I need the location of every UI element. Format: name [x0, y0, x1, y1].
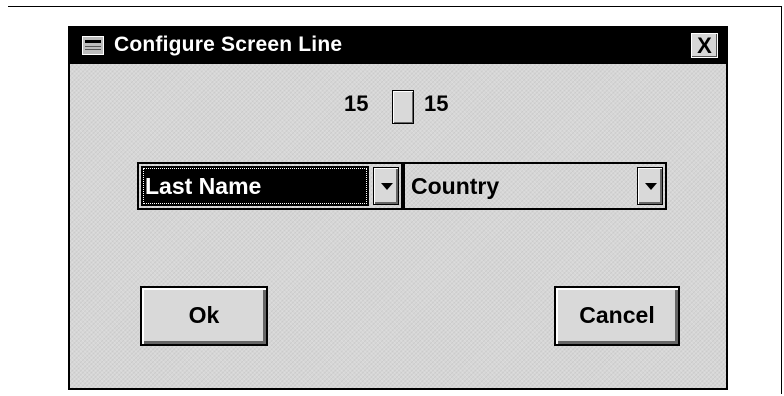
chevron-down-icon[interactable] [637, 167, 663, 205]
window-menu-icon[interactable] [82, 36, 104, 55]
slider-handle[interactable] [392, 90, 414, 124]
field-select-last-name[interactable]: Last Name [137, 162, 403, 210]
chevron-down-icon[interactable] [373, 167, 399, 205]
range-left-value: 15 [344, 91, 369, 116]
close-button[interactable]: X [691, 33, 718, 58]
dialog-title: Configure Screen Line [114, 33, 343, 56]
title-bar: Configure Screen Line X [70, 28, 726, 64]
range-right-value: 15 [424, 91, 449, 116]
cancel-button[interactable]: Cancel [554, 286, 680, 346]
configure-screen-line-dialog: Configure Screen Line X 15 15 Last Name … [68, 26, 728, 390]
field-select-value[interactable]: Country [407, 166, 633, 206]
ok-button[interactable]: Ok [140, 286, 268, 346]
field-select-country[interactable]: Country [403, 162, 667, 210]
field-select-value[interactable]: Last Name [141, 166, 369, 206]
